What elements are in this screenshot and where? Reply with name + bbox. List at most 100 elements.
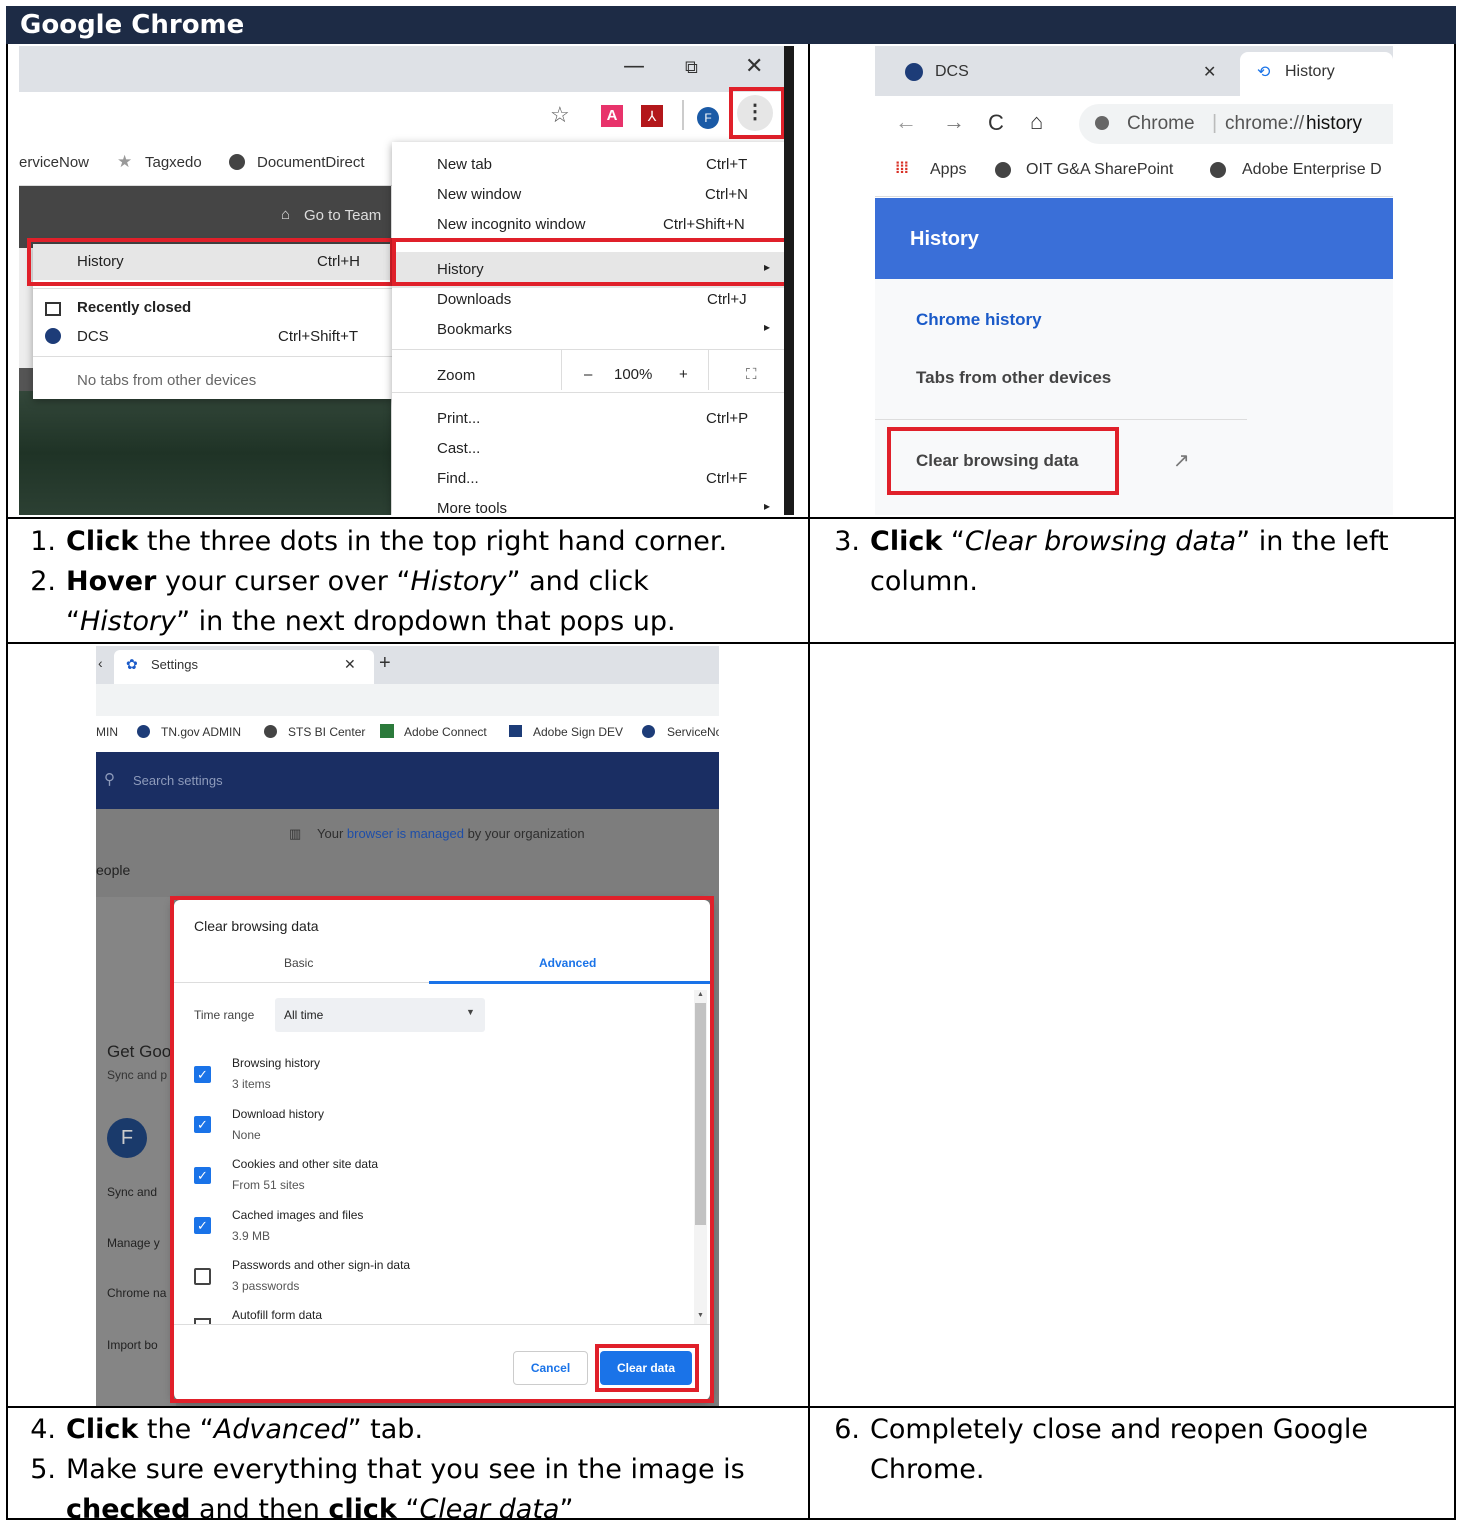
globe-icon <box>1210 162 1226 178</box>
menu-bookmarks[interactable]: Bookmarks <box>437 321 512 338</box>
search-input[interactable]: Search settings <box>133 773 223 788</box>
column-divider <box>808 44 810 1520</box>
menu-new-tab[interactable]: New tab <box>437 156 492 173</box>
people-heading: eople <box>96 862 131 878</box>
tn-logo-icon <box>905 63 923 81</box>
search-icon[interactable]: ⚲ <box>104 770 115 788</box>
row-divider <box>6 517 1456 519</box>
omnibox-url-path: history <box>1306 113 1362 134</box>
chrome-icon <box>1095 116 1109 130</box>
highlight-box <box>392 238 790 286</box>
tab-settings-label: Settings <box>151 657 198 672</box>
chevron-right-icon: ▸ <box>764 320 771 334</box>
bg-text: Get Goo <box>107 1042 172 1061</box>
bookmark-tn-gov-admin[interactable]: TN.gov ADMIN <box>161 725 241 739</box>
menu-new-window[interactable]: New window <box>437 186 521 203</box>
bookmark-servicenow[interactable]: erviceNow <box>19 154 89 171</box>
menu-downloads[interactable]: Downloads <box>437 291 511 308</box>
menu-find[interactable]: Find... <box>437 470 479 487</box>
row-divider <box>6 1406 1456 1408</box>
omnibox-label: Chrome <box>1127 113 1195 134</box>
highlight-box <box>595 1344 699 1392</box>
bg-text: Import bo <box>107 1338 158 1352</box>
recently-closed-label: Recently closed <box>77 299 192 316</box>
step-6-text-cont: Chrome. <box>870 1454 985 1485</box>
shortcut-label: Ctrl+T <box>706 156 748 173</box>
toolbar-separator <box>682 100 684 130</box>
closed-tab-dcs[interactable]: DCS <box>77 328 109 345</box>
minimize-button[interactable]: — <box>623 54 645 79</box>
chrome-main-menu: New tab Ctrl+T New window Ctrl+N New inc… <box>392 142 794 515</box>
menu-new-incognito-window[interactable]: New incognito window <box>437 216 585 233</box>
three-dots-menu-icon[interactable]: ⋮ <box>737 95 773 131</box>
nav-tabs-other-devices[interactable]: Tabs from other devices <box>916 368 1111 388</box>
screenshot-clear-dialog: ‹ ✿ Settings ✕ + MIN TN.gov ADMIN STS BI… <box>96 646 719 1406</box>
step-6-text: 6. Completely close and reopen Google <box>834 1414 1368 1445</box>
shortcut-label: Ctrl+Shift+T <box>278 328 359 345</box>
new-tab-icon[interactable]: + <box>379 652 391 675</box>
close-tab-icon[interactable]: ✕ <box>1203 62 1216 82</box>
forward-icon[interactable]: → <box>943 109 965 135</box>
highlight-box <box>170 896 714 1403</box>
zoom-level: 100% <box>614 366 653 383</box>
bookmark-apps[interactable]: Apps <box>930 161 966 179</box>
adobe-sign-icon <box>509 725 522 737</box>
star-icon: ★ <box>117 152 133 171</box>
globe-icon <box>264 725 277 738</box>
tab-history-label: History <box>1285 63 1335 80</box>
shortcut-label: Ctrl+N <box>705 186 748 203</box>
globe-icon <box>995 162 1011 178</box>
acrobat-a-icon[interactable]: A <box>601 105 623 127</box>
adobe-connect-icon <box>380 724 394 738</box>
bookmark-adobe[interactable]: Adobe Enterprise D <box>1242 161 1382 179</box>
highlight-box <box>27 238 394 286</box>
tab-dcs[interactable]: DCS <box>935 63 969 81</box>
globe-icon <box>229 154 245 170</box>
fullscreen-icon[interactable]: ⛶ <box>746 366 757 383</box>
chevron-left-icon: ‹ <box>98 655 103 671</box>
step-3-text: 3. Click “Clear browsing data” in the lef… <box>834 526 1389 557</box>
zoom-out-button[interactable]: – <box>584 366 592 383</box>
bookmark-oit[interactable]: OIT G&A SharePoint <box>1026 161 1173 179</box>
menu-more-tools[interactable]: More tools <box>437 500 507 515</box>
bookmark-sts-bi[interactable]: STS BI Center <box>288 725 365 739</box>
bookmark-servicenow[interactable]: ServiceNo <box>667 725 719 739</box>
no-tabs-label: No tabs from other devices <box>77 372 257 389</box>
shortcut-label: Ctrl+P <box>706 410 749 427</box>
pdf-icon[interactable]: ⅄ <box>641 105 663 127</box>
chevron-right-icon: ▸ <box>764 499 771 513</box>
close-tab-icon[interactable]: ✕ <box>344 656 356 673</box>
bookmark-documentdirect[interactable]: DocumentDirect <box>257 154 365 171</box>
nav-chrome-history[interactable]: Chrome history <box>916 310 1042 330</box>
shortcut-label: Ctrl+J <box>707 291 747 308</box>
site-link: Go to Team <box>304 207 382 224</box>
menu-print[interactable]: Print... <box>437 410 480 427</box>
menu-cast[interactable]: Cast... <box>437 440 480 457</box>
restore-button[interactable]: ⧉ <box>685 57 698 78</box>
step-5-text-cont: checked and then click “Clear data” <box>66 1494 574 1525</box>
bg-text: Chrome na <box>107 1286 167 1300</box>
bookmark-adobe-connect[interactable]: Adobe Connect <box>404 725 487 739</box>
step-4-text: 4. Click the “Advanced” tab. <box>30 1414 424 1445</box>
screenshot-history-page: DCS ✕ ⟲ History ← → C ⌂ Chrome | chrome:… <box>875 46 1393 515</box>
managed-notice: Your browser is managed by your organiza… <box>317 826 585 841</box>
reload-icon[interactable]: C <box>988 110 1004 136</box>
history-heading: History <box>910 228 979 250</box>
tree-image <box>19 391 391 515</box>
shortcut-label: Ctrl+Shift+N <box>663 216 745 233</box>
highlight-box <box>887 427 1119 495</box>
back-icon[interactable]: ← <box>895 109 917 135</box>
profile-avatar-icon[interactable]: F <box>697 107 719 129</box>
bg-text: Manage y <box>107 1236 160 1250</box>
bookmark-adobe-sign[interactable]: Adobe Sign DEV <box>533 725 623 739</box>
star-icon[interactable]: ☆ <box>550 102 570 128</box>
zoom-in-button[interactable]: + <box>679 366 688 383</box>
gear-icon: ✿ <box>126 656 138 672</box>
shortcut-label: Ctrl+F <box>706 470 748 487</box>
bookmark-min[interactable]: MIN <box>96 725 118 739</box>
home-icon[interactable]: ⌂ <box>1030 109 1043 135</box>
bookmark-tagxedo[interactable]: Tagxedo <box>145 154 202 171</box>
bg-text: Sync and <box>107 1185 158 1199</box>
step-2-text: 2. Hover your curser over “History” and c… <box>30 566 649 597</box>
close-window-button[interactable]: ✕ <box>745 54 763 79</box>
